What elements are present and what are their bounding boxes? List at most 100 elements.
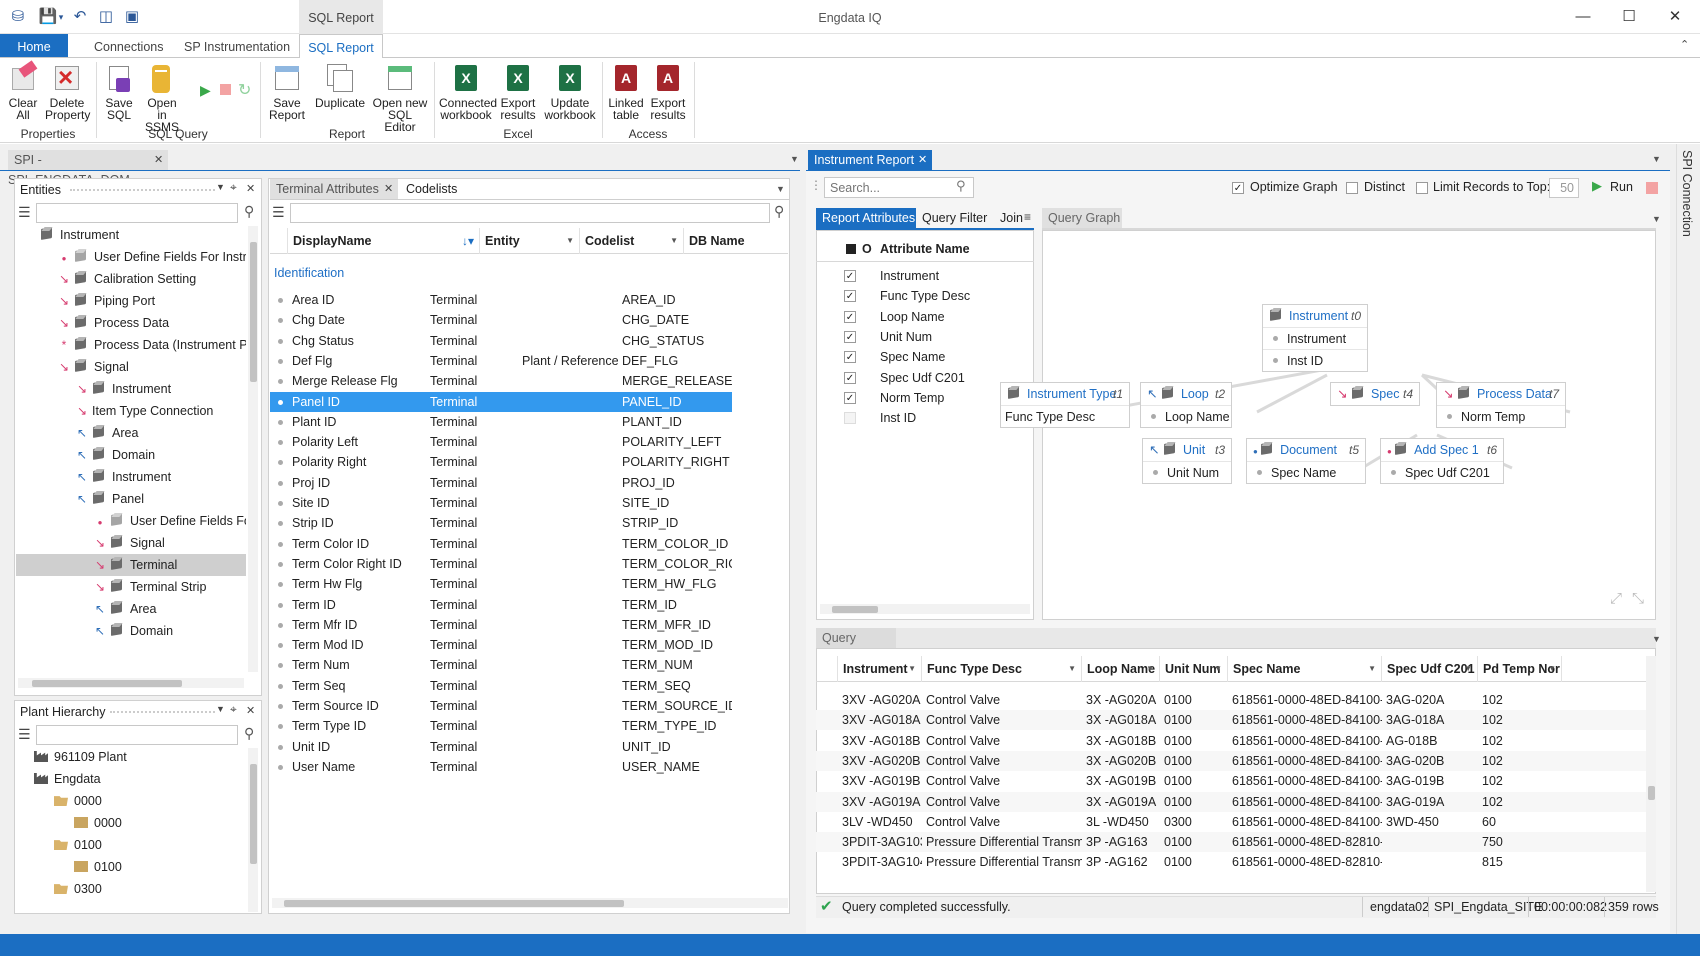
open-new-sql-editor-button[interactable]: Open new SQL Editor (370, 60, 430, 133)
results-row[interactable]: 3LV -WD450 Control Valve 3L -WD450 0300 6185… (816, 812, 1646, 832)
tree-item[interactable]: ● User Define Fields For Panel (16, 510, 246, 532)
results-col-header[interactable]: Unit Num ▼ (1160, 656, 1228, 682)
graph-node[interactable]: ● Document t5 Spec Name (1246, 438, 1366, 484)
tab-terminal-attributes[interactable]: Terminal Attributes ✕ (270, 179, 398, 199)
results-row[interactable]: 3XV -AG018B Control Valve 3X -AG018B 0100 61… (816, 731, 1646, 751)
attribute-checkbox[interactable]: ✓ (844, 270, 856, 282)
attribute-checkbox[interactable]: ✓ (844, 330, 856, 343)
tab-query-graph[interactable]: Query Graph (1042, 208, 1122, 228)
plant-tree-item[interactable]: 0000 (16, 790, 246, 812)
plant-tree-item[interactable]: 0300 (16, 878, 246, 900)
results-col-header[interactable]: Func Type Desc ▼ (922, 656, 1082, 682)
tab-query-filter[interactable]: Query Filter (922, 208, 987, 228)
undo-icon[interactable]: ↶ (70, 7, 90, 27)
filter-dropdown-icon[interactable]: ▼ (1548, 656, 1556, 682)
filter-dropdown-icon[interactable]: ▼ (908, 656, 916, 682)
attribute-row[interactable]: Term ID Terminal TERM_ID (270, 595, 732, 615)
graph-node[interactable]: ● Add Spec 1 t6 Spec Udf C201 (1380, 438, 1504, 484)
col-codelist[interactable]: Codelist ▼ (580, 228, 684, 254)
col-db-name[interactable]: DB Name (684, 228, 788, 254)
search-icon[interactable]: ⚲ (774, 203, 784, 220)
tab-report-attributes[interactable]: Report Attributes (816, 208, 916, 228)
graph-node-field[interactable]: Norm Temp (1437, 405, 1565, 427)
close-button[interactable]: ✕ (1652, 0, 1698, 34)
attribute-row[interactable]: Unit ID Terminal UNIT_ID (270, 737, 732, 757)
clear-all-button[interactable]: Clear All (4, 60, 42, 124)
tree-item[interactable]: ↖ Domain (16, 444, 246, 466)
graph-node-field[interactable]: Spec Udf C201 (1381, 461, 1503, 483)
menu-icon[interactable]: ☰ (272, 204, 285, 221)
tree-item[interactable]: Instrument (16, 224, 246, 246)
attribute-row[interactable]: Area ID Terminal AREA_ID (270, 290, 732, 310)
graph-node-field[interactable]: Instrument (1263, 327, 1367, 349)
search-icon[interactable]: ⚲ (956, 178, 966, 194)
graph-node-field[interactable]: Unit Num (1143, 461, 1231, 483)
attribute-checkbox[interactable]: ✓ (844, 310, 856, 323)
stop-icon[interactable] (1646, 182, 1658, 194)
plant-tree-item[interactable]: 0100 (16, 856, 246, 878)
attribute-checkbox[interactable] (844, 412, 856, 425)
attribute-row[interactable]: User Name Terminal USER_NAME (270, 757, 732, 777)
run-button[interactable]: Run (1610, 180, 1633, 194)
collapse-icon[interactable]: ⤡ (1632, 590, 1644, 607)
run-icon[interactable]: ▶ (200, 82, 211, 99)
filter-dropdown-icon[interactable]: ▼ (1068, 656, 1076, 682)
update-workbook-button[interactable]: X Update workbook (542, 60, 598, 124)
limit-records-input[interactable]: 50 (1549, 178, 1579, 198)
maximize-button[interactable]: ☐ (1606, 0, 1652, 34)
attribute-row[interactable]: Term Mod ID Terminal TERM_MOD_ID (270, 635, 732, 655)
col-displayname[interactable]: DisplayName ↓▾ (288, 228, 480, 254)
results-vscroll[interactable] (1646, 656, 1656, 892)
graph-node[interactable]: Instrument Type t1 Func Type Desc (1000, 382, 1130, 428)
tab-instrument-report[interactable]: Instrument Report ✕ (808, 150, 932, 170)
graph-node[interactable]: Instrument t0 Instrument Inst ID (1262, 304, 1368, 372)
open-in-ssms-button[interactable]: Open in SSMS (141, 60, 183, 133)
report-attribute-row[interactable]: ✓ Unit Num (816, 327, 1034, 347)
results-row[interactable]: 3XV -AG019B Control Valve 3X -AG019B 0100 61… (816, 771, 1646, 791)
graph-node[interactable]: ↘ Process Data t7 Norm Temp (1436, 382, 1566, 428)
graph-node-field[interactable]: Func Type Desc (1001, 405, 1129, 427)
menu-icon[interactable]: ☰ (18, 726, 31, 743)
attribute-row[interactable]: Term Hw Flg Terminal TERM_HW_FLG (270, 574, 732, 594)
tree-item[interactable]: ↘ Instrument (16, 378, 246, 400)
attribute-row[interactable]: Chg Status Terminal CHG_STATUS (270, 331, 732, 351)
attribute-row[interactable]: Polarity Left Terminal POLARITY_LEFT (270, 432, 732, 452)
save-icon[interactable]: 💾 (38, 7, 58, 27)
close-icon[interactable]: ✕ (154, 153, 163, 166)
col-entity[interactable]: Entity ▼ (480, 228, 580, 254)
search-icon[interactable]: ⚲ (244, 203, 254, 220)
expand-icon[interactable]: ⤢ (1610, 590, 1622, 607)
collapse-ribbon-icon[interactable]: ⌃ (1680, 38, 1689, 51)
filter-dropdown-icon[interactable]: ▼ (1214, 656, 1222, 682)
report-attribute-row[interactable]: ✓ Func Type Desc (816, 286, 1034, 306)
attributes-hscroll[interactable] (272, 898, 788, 908)
save-sql-button[interactable]: Save SQL (101, 60, 137, 124)
tree-item[interactable]: ↘ Piping Port (16, 290, 246, 312)
plant-vscroll[interactable] (248, 748, 258, 912)
tree-item[interactable]: ↘ Process Data (16, 312, 246, 334)
connected-workbook-button[interactable]: X Connected workbook (438, 60, 497, 124)
attribute-row[interactable]: Term Source ID Terminal TERM_SOURCE_ID (270, 696, 732, 716)
tab-query-results[interactable]: Query Results (816, 628, 896, 665)
search-icon[interactable]: ⚲ (244, 725, 254, 742)
tab-home[interactable]: Home (0, 34, 68, 58)
tab-connections[interactable]: Connections (80, 34, 178, 58)
panel-menu-icon[interactable]: ▼ (216, 704, 225, 714)
results-row[interactable]: 3XV -AG019A Control Valve 3X -AG019A 0100 61… (816, 791, 1646, 812)
filter-dropdown-icon[interactable]: ▼ (1464, 656, 1472, 682)
attributes-search-input[interactable] (290, 203, 770, 223)
delete-property-button[interactable]: × Delete Property (44, 60, 90, 124)
attribute-checkbox[interactable]: ✓ (844, 290, 856, 303)
menu-icon[interactable]: ☰ (18, 204, 31, 221)
layout-icon[interactable]: ◫ (96, 7, 116, 27)
distinct-checkbox[interactable] (1346, 182, 1358, 194)
tree-item[interactable]: ↖ Panel (16, 488, 246, 510)
attribute-row[interactable]: Panel ID Terminal PANEL_ID (270, 391, 732, 412)
tree-item[interactable]: ↘ Terminal Strip (16, 576, 246, 598)
minimize-button[interactable]: — (1560, 0, 1606, 34)
attribute-checkbox[interactable]: ✓ (844, 371, 856, 384)
attribute-row[interactable]: Term Color ID Terminal TERM_COLOR_ID (270, 534, 732, 554)
tab-join[interactable]: Join (1000, 208, 1023, 228)
plant-tree-item[interactable]: 961109 Plant (16, 746, 246, 768)
chevron-down-icon[interactable]: ▼ (790, 154, 799, 164)
